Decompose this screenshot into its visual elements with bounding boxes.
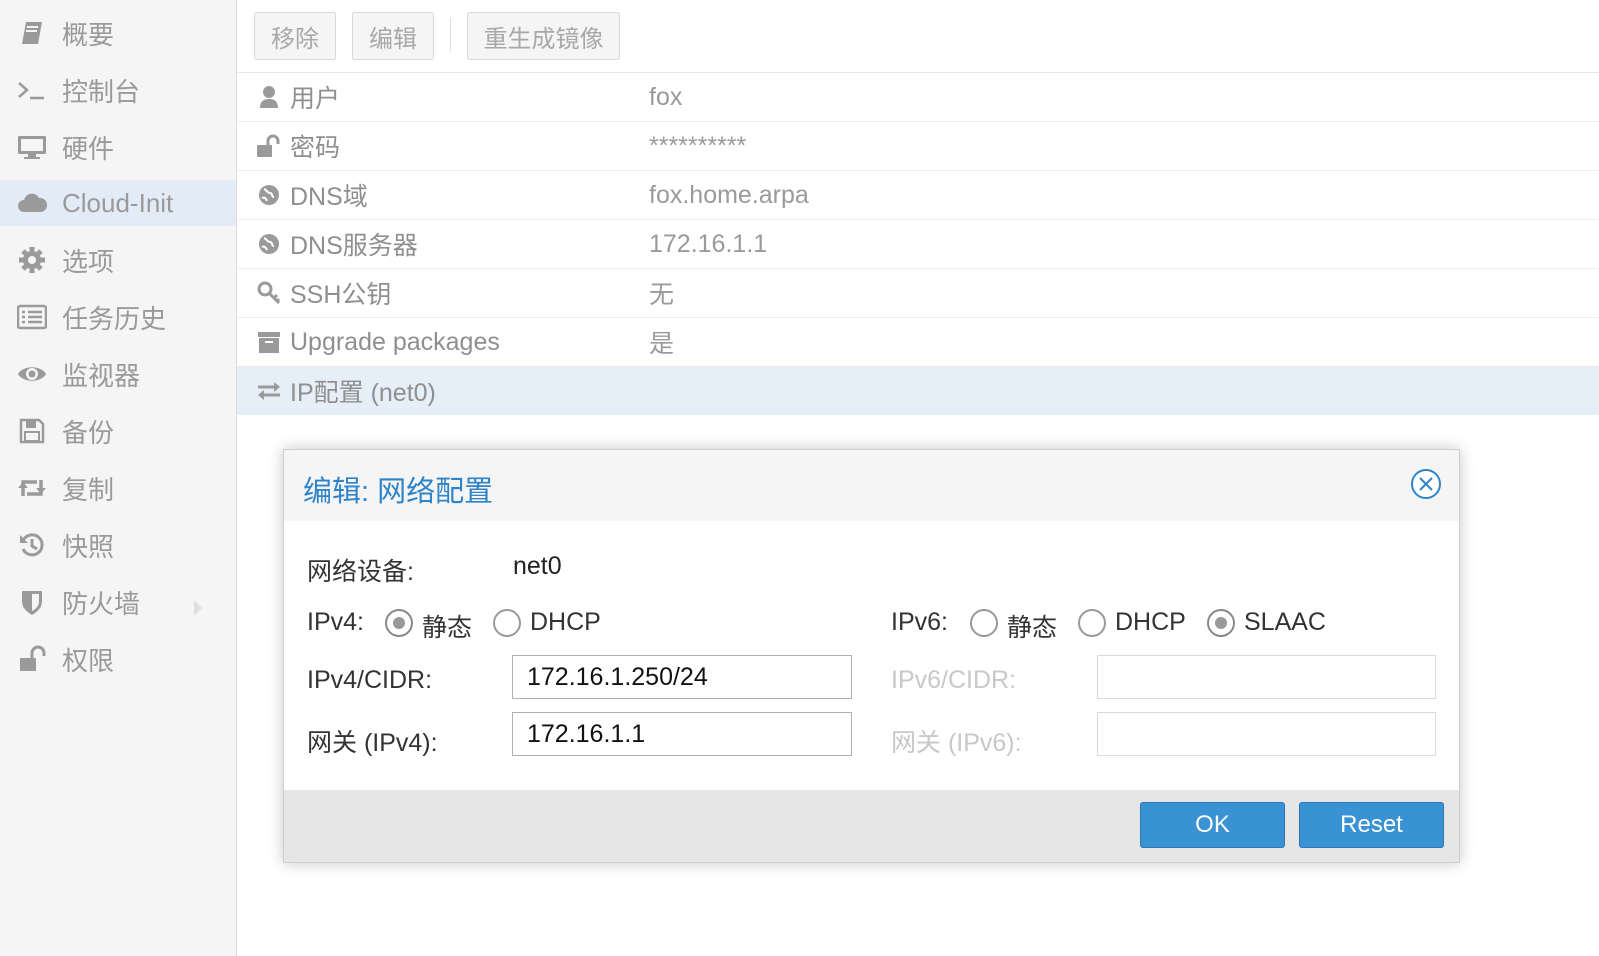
user-icon — [256, 84, 282, 110]
close-icon[interactable] — [1410, 468, 1442, 500]
table-row-ssh-key[interactable]: SSH公钥 无 — [237, 269, 1599, 318]
sidebar: 概要 控制台 硬件 Cloud-Init 选项 任务历史 监视器 备份 复制 快… — [0, 0, 237, 956]
row-value: 172.16.1.1 — [649, 229, 768, 258]
floppy-icon — [16, 415, 48, 447]
edit-button[interactable]: 编辑 — [352, 12, 434, 60]
globe-icon — [256, 231, 282, 257]
gateway4-label: 网关 (IPv4): — [307, 729, 438, 757]
row-key: Upgrade packages — [290, 327, 500, 356]
gateway6-input — [1097, 712, 1436, 756]
exchange-icon — [256, 378, 282, 404]
sidebar-item-backup[interactable]: 备份 — [0, 408, 236, 454]
sidebar-item-cloud-init[interactable]: Cloud-Init — [0, 180, 236, 226]
globe-icon — [256, 182, 282, 208]
row-value: fox.home.arpa — [649, 180, 809, 209]
toolbar: 移除 编辑 重生成镜像 — [237, 0, 1599, 73]
ipv6-slaac-radio[interactable] — [1207, 609, 1235, 637]
sidebar-item-summary[interactable]: 概要 — [0, 10, 236, 56]
table-row-user[interactable]: 用户 fox — [237, 73, 1599, 122]
network-device-label: 网络设备: — [307, 558, 414, 586]
gear-icon — [16, 244, 48, 276]
cloud-icon — [16, 187, 48, 219]
key-icon — [256, 280, 282, 306]
sidebar-item-label: 备份 — [62, 417, 115, 448]
unlock-icon — [256, 133, 282, 159]
row-key: IP配置 (net0) — [290, 379, 436, 407]
unlock-icon — [16, 643, 48, 675]
dialog-title: 编辑: 网络配置 — [303, 476, 494, 508]
dialog-header: 编辑: 网络配置 — [284, 450, 1459, 521]
gateway6-label: 网关 (IPv6): — [891, 729, 1022, 757]
row-value: 无 — [649, 281, 675, 309]
ok-button[interactable]: OK — [1140, 802, 1285, 848]
regenerate-image-button[interactable]: 重生成镜像 — [467, 12, 620, 60]
ipv6-label: IPv6: — [891, 608, 948, 636]
row-value: 是 — [649, 330, 675, 358]
ipv6-slaac-label: SLAAC — [1244, 608, 1326, 636]
ipv4-static-radio[interactable] — [385, 609, 413, 637]
row-key: DNS服务器 — [290, 232, 418, 260]
list-icon — [16, 301, 48, 333]
sidebar-item-hardware[interactable]: 硬件 — [0, 124, 236, 170]
row-value: fox — [649, 82, 683, 111]
archive-icon — [256, 329, 282, 355]
sidebar-item-options[interactable]: 选项 — [0, 237, 236, 283]
eye-icon — [16, 358, 48, 390]
table-row-dns-domain[interactable]: DNS域 fox.home.arpa — [237, 171, 1599, 220]
ipv6-dhcp-label: DHCP — [1115, 608, 1186, 636]
sidebar-item-label: 权限 — [62, 645, 115, 676]
chevron-right-icon — [192, 593, 204, 624]
sidebar-item-permissions[interactable]: 权限 — [0, 636, 236, 682]
network-device-value: net0 — [513, 552, 562, 580]
sidebar-item-firewall[interactable]: 防火墙 — [0, 579, 236, 625]
dialog-footer: OK Reset — [284, 790, 1459, 862]
row-key: SSH公钥 — [290, 281, 392, 309]
sidebar-item-task-history[interactable]: 任务历史 — [0, 294, 236, 340]
remove-button[interactable]: 移除 — [254, 12, 336, 60]
sidebar-item-console[interactable]: 控制台 — [0, 67, 236, 113]
row-key: 用户 — [290, 85, 341, 113]
book-icon — [16, 17, 48, 49]
sidebar-item-label: 控制台 — [62, 76, 141, 107]
table-row-dns-server[interactable]: DNS服务器 172.16.1.1 — [237, 220, 1599, 269]
gateway4-input[interactable]: 172.16.1.1 — [512, 712, 852, 756]
ipv4-static-label: 静态 — [422, 614, 473, 642]
row-key: DNS域 — [290, 183, 368, 211]
sidebar-item-snapshot[interactable]: 快照 — [0, 522, 236, 568]
ipv6-static-radio[interactable] — [970, 609, 998, 637]
ipv4-label: IPv4: — [307, 608, 364, 636]
retweet-icon — [16, 472, 48, 504]
toolbar-separator — [450, 18, 451, 52]
ipv4-dhcp-label: DHCP — [530, 608, 601, 636]
sidebar-item-monitor[interactable]: 监视器 — [0, 351, 236, 397]
row-value: ********** — [649, 132, 747, 160]
sidebar-item-label: 快照 — [62, 531, 115, 562]
table-row-ip-config[interactable]: IP配置 (net0) — [237, 367, 1599, 415]
table-row-upgrade-packages[interactable]: Upgrade packages 是 — [237, 318, 1599, 367]
ipv4-cidr-label: IPv4/CIDR: — [307, 666, 433, 694]
ipv6-dhcp-radio[interactable] — [1078, 609, 1106, 637]
network-config-dialog: 编辑: 网络配置 网络设备: net0 IPv4: 静态 DHCP IPv6: … — [283, 449, 1460, 863]
sidebar-item-label: 硬件 — [62, 133, 115, 164]
sidebar-item-label: 监视器 — [62, 360, 141, 391]
sidebar-item-label: Cloud-Init — [62, 187, 174, 218]
sidebar-item-replication[interactable]: 复制 — [0, 465, 236, 511]
ipv6-static-label: 静态 — [1007, 614, 1058, 642]
history-icon — [16, 529, 48, 561]
ipv6-cidr-input — [1097, 655, 1436, 699]
terminal-icon — [16, 74, 48, 106]
ipv6-cidr-label: IPv6/CIDR: — [891, 666, 1017, 694]
sidebar-item-label: 概要 — [62, 19, 115, 50]
row-key: 密码 — [290, 134, 341, 162]
ipv4-dhcp-radio[interactable] — [493, 609, 521, 637]
sidebar-item-label: 防火墙 — [62, 588, 141, 619]
sidebar-item-label: 选项 — [62, 246, 115, 277]
monitor-icon — [16, 131, 48, 163]
sidebar-item-label: 任务历史 — [62, 303, 167, 334]
ipv4-cidr-input[interactable]: 172.16.1.250/24 — [512, 655, 852, 699]
reset-button[interactable]: Reset — [1299, 802, 1444, 848]
sidebar-item-label: 复制 — [62, 474, 115, 505]
table-row-password[interactable]: 密码 ********** — [237, 122, 1599, 171]
shield-icon — [16, 586, 48, 618]
